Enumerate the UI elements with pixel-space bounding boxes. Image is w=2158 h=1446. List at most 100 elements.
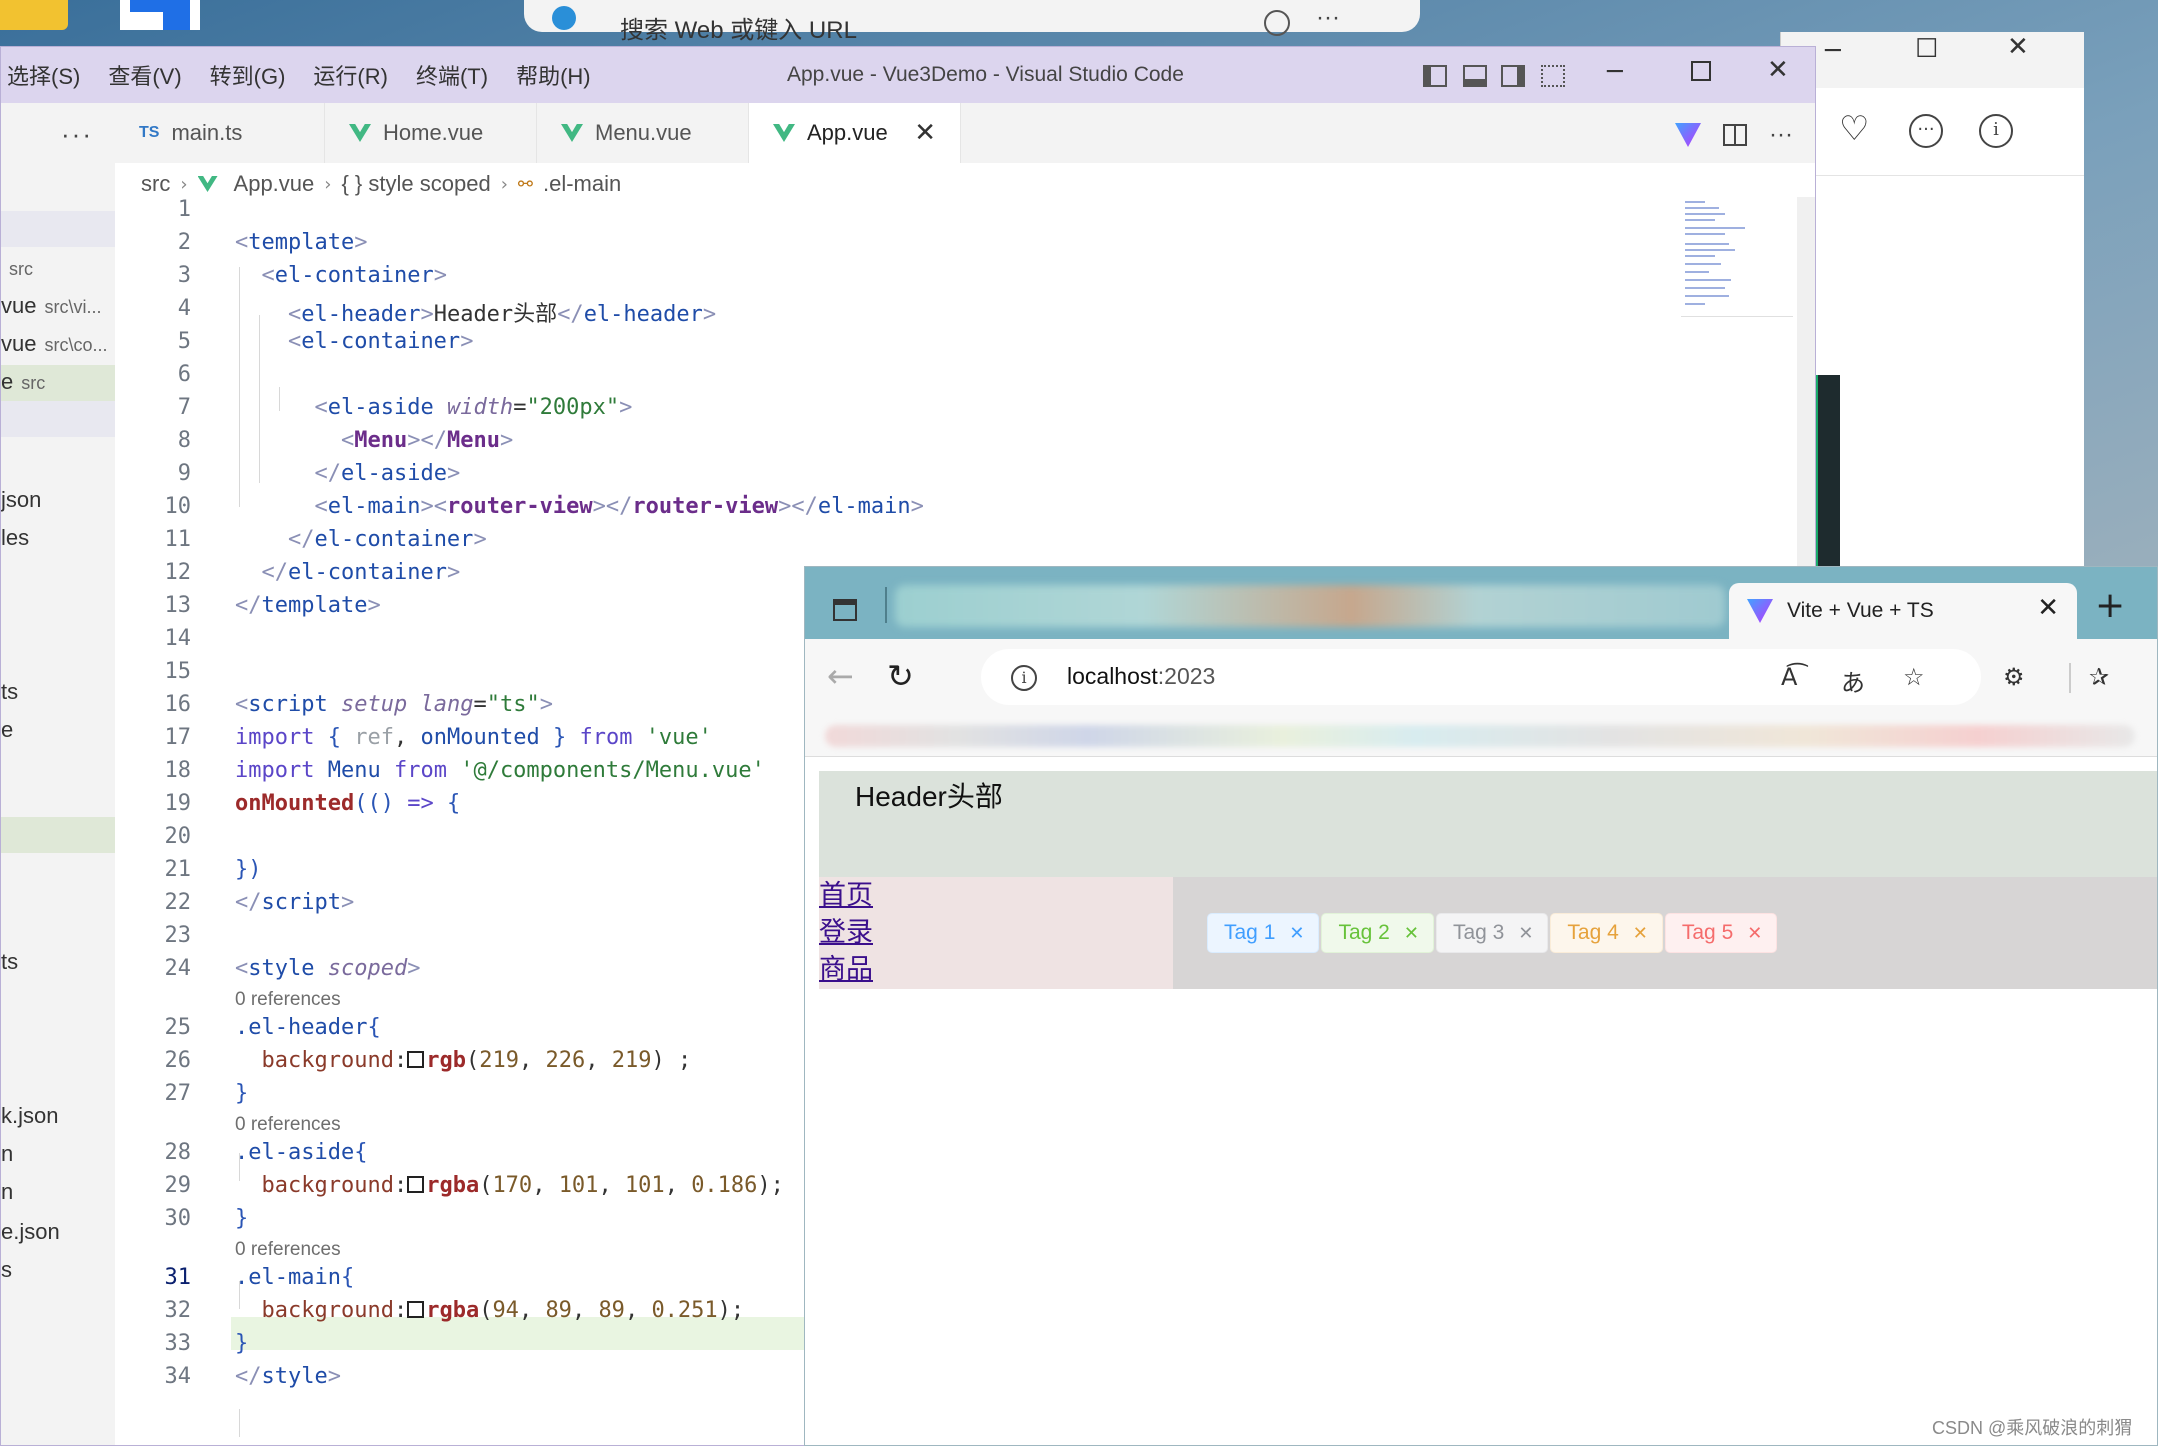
tag-3: Tag 3 ✕ <box>1435 913 1549 953</box>
vite-icon[interactable] <box>1675 123 1702 147</box>
add-favorite-icon[interactable]: ☆ <box>1903 663 1925 691</box>
minimize-icon[interactable]: ─ <box>1825 38 1841 64</box>
folder-icon[interactable] <box>0 0 68 30</box>
vue-icon <box>561 124 583 142</box>
close-icon[interactable]: ✕ <box>1633 923 1648 944</box>
close-tab-icon[interactable]: ✕ <box>2037 593 2059 623</box>
help-icon[interactable] <box>1264 10 1290 36</box>
browser-tabbar: Vite + Vue + TS ✕ + <box>805 567 2157 639</box>
close-icon[interactable]: ✕ <box>1747 923 1762 944</box>
favorites-icon[interactable]: ✰ <box>2089 663 2109 691</box>
file-item[interactable]: json <box>1 487 41 513</box>
close-icon[interactable]: ✕ <box>2007 34 2029 60</box>
close-tab-icon[interactable]: ✕ <box>914 118 936 148</box>
close-icon[interactable]: ✕ <box>1767 57 1789 83</box>
editor-scrollbar[interactable] <box>1797 197 1815 617</box>
file-item[interactable]: s <box>1 1257 12 1283</box>
codelens-references[interactable]: 0 references <box>235 989 341 1011</box>
close-icon[interactable]: ✕ <box>1289 923 1304 944</box>
file-item[interactable]: les <box>1 525 29 551</box>
more-actions-icon[interactable]: ··· <box>1769 121 1793 149</box>
menu-view[interactable]: 查看(V) <box>108 59 181 91</box>
toggle-primary-sidebar-icon[interactable] <box>1423 65 1447 87</box>
extensions-icon[interactable]: ⚙ <box>2003 663 2025 691</box>
file-item[interactable]: n <box>1 1141 13 1167</box>
menu-terminal[interactable]: 终端(T) <box>416 59 488 91</box>
breadcrumb-item[interactable]: src <box>141 171 170 197</box>
file-item[interactable]: ts <box>1 679 18 705</box>
new-tab-icon[interactable]: + <box>2095 585 2125 626</box>
tag-5: Tag 5 ✕ <box>1664 913 1778 953</box>
ts-icon: TS <box>139 124 160 141</box>
feedback-icon[interactable]: ··· <box>1909 114 1943 148</box>
browser-toolbar: ← ↻ i localhost:2023 A͡ あ ☆ ⚙ ✰ <box>805 639 2157 717</box>
menu-goto[interactable]: 转到(G) <box>210 59 286 91</box>
split-editor-icon[interactable] <box>1723 124 1748 146</box>
background-browser-searchbar[interactable]: 搜索 Web 或键入 URL ··· <box>524 0 1420 44</box>
sidebar-highlight <box>1 817 115 853</box>
close-icon[interactable]: ✕ <box>1404 923 1419 944</box>
window-title: App.vue - Vue3Demo - Visual Studio Code <box>787 63 1184 86</box>
chevron-right-icon: › <box>500 173 508 195</box>
menu-select[interactable]: 选择(S) <box>7 59 80 91</box>
workspaces-icon[interactable] <box>833 599 857 621</box>
read-aloud-icon[interactable]: A͡ <box>1781 663 1797 691</box>
translate-icon[interactable]: あ <box>1841 663 1865 698</box>
file-item[interactable]: e.json <box>1 1219 60 1245</box>
app-icon[interactable] <box>120 0 200 30</box>
breadcrumb: src › App.vue › { } style scoped › ⚯ .el… <box>141 171 621 197</box>
breadcrumb-item[interactable]: { } style scoped <box>341 171 490 197</box>
background-window-toolbar: ♡ ··· i <box>1781 88 2084 176</box>
vue-icon <box>773 124 795 142</box>
menu-link-products[interactable]: 商品 <box>819 951 1173 988</box>
more-icon[interactable]: ··· <box>1316 4 1340 32</box>
vue-icon <box>197 176 218 192</box>
address-bar[interactable]: i localhost:2023 A͡ あ ☆ <box>981 649 1981 705</box>
file-item[interactable]: n <box>1 1179 13 1205</box>
menu-link-home[interactable]: 首页 <box>819 877 1173 914</box>
menu-run[interactable]: 运行(R) <box>313 59 388 91</box>
more-actions-icon[interactable]: ··· <box>61 119 93 150</box>
maximize-icon[interactable]: ☐ <box>1915 36 1938 62</box>
color-swatch <box>407 1301 425 1318</box>
blurred-tabs <box>895 585 1725 627</box>
toggle-panel-icon[interactable] <box>1463 65 1487 87</box>
site-info-icon[interactable]: i <box>1011 665 1037 691</box>
minimize-icon[interactable]: ─ <box>1607 59 1623 85</box>
tab-label: Menu.vue <box>595 120 692 145</box>
open-editor-item[interactable]: e src <box>1 369 45 395</box>
color-swatch <box>407 1176 425 1193</box>
open-editor-item[interactable]: vue src\co... <box>1 331 108 357</box>
customize-layout-icon[interactable] <box>1541 65 1565 87</box>
back-arrow-icon[interactable]: ← <box>827 657 854 695</box>
favorite-icon[interactable]: ♡ <box>1839 112 1869 146</box>
breadcrumb-item[interactable]: App.vue <box>234 171 315 197</box>
file-item[interactable]: k.json <box>1 1103 58 1129</box>
menu-help[interactable]: 帮助(H) <box>516 59 591 91</box>
refresh-icon[interactable]: ↻ <box>887 657 914 695</box>
codelens-references[interactable]: 0 references <box>235 1114 341 1136</box>
indent-guide <box>239 1409 240 1437</box>
minimap[interactable] <box>1681 197 1793 317</box>
selector-icon: ⚯ <box>517 173 533 195</box>
open-editor-item[interactable]: vue src\vi... <box>1 293 101 319</box>
tab-home-vue[interactable]: Home.vue <box>325 103 537 163</box>
file-item[interactable]: ts <box>1 949 18 975</box>
watermark: CSDN @乘风破浪的刺猬 <box>1932 1418 2133 1438</box>
tab-vite-vue-ts[interactable]: Vite + Vue + TS ✕ <box>1729 583 2077 639</box>
toggle-secondary-sidebar-icon[interactable] <box>1501 65 1525 87</box>
close-icon[interactable]: ✕ <box>1518 923 1533 944</box>
tab-main-ts[interactable]: TS main.ts <box>115 103 325 163</box>
address-url: localhost:2023 <box>1067 663 1216 689</box>
tab-title: Vite + Vue + TS <box>1787 599 1934 622</box>
breadcrumb-item[interactable]: .el-main <box>543 171 621 197</box>
codelens-references[interactable]: 0 references <box>235 1239 341 1261</box>
menu-link-login[interactable]: 登录 <box>819 914 1173 951</box>
maximize-icon[interactable] <box>1691 61 1711 81</box>
tab-app-vue[interactable]: App.vue ✕ <box>749 103 961 163</box>
info-icon[interactable]: i <box>1979 114 2013 148</box>
open-editor-item[interactable]: src <box>1 255 33 281</box>
file-item[interactable]: e <box>1 717 13 743</box>
tab-separator <box>885 587 887 623</box>
tab-menu-vue[interactable]: Menu.vue <box>537 103 749 163</box>
